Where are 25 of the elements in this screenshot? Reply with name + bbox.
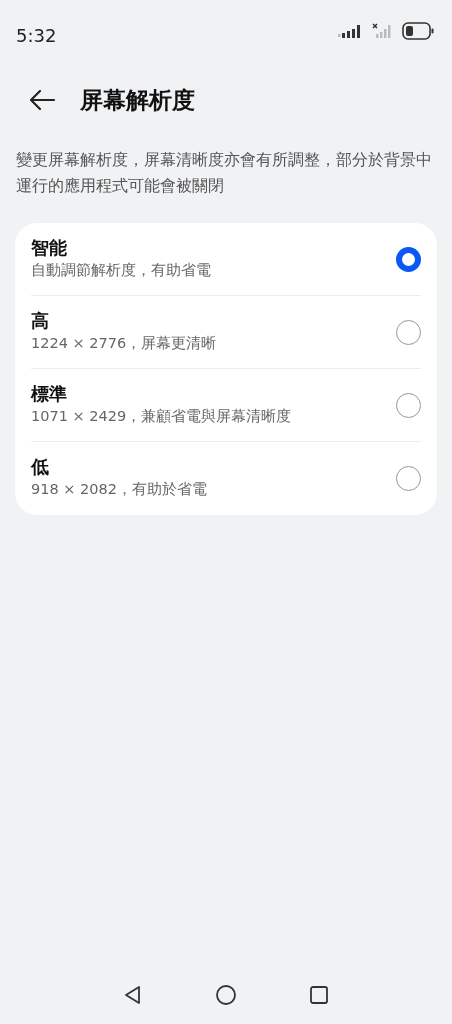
back-nav-icon[interactable] xyxy=(123,985,143,1005)
radio-button[interactable] xyxy=(396,319,421,345)
radio-button[interactable] xyxy=(396,246,421,272)
signal-off-icon xyxy=(372,23,394,39)
radio-button[interactable] xyxy=(396,466,421,492)
description-text: 變更屏幕解析度，屏幕清晰度亦會有所調整，部分於背景中運行的應用程式可能會被關閉 xyxy=(15,150,433,197)
option-row[interactable]: 智能 自動調節解析度，有助省電 xyxy=(31,223,421,297)
option-subtitle: 918 × 2082，有助於省電 xyxy=(31,480,207,500)
option-row[interactable]: 標準 1071 × 2429，兼顧省電與屏幕清晰度 xyxy=(31,369,421,443)
option-title: 高 xyxy=(31,309,50,333)
radio-button[interactable] xyxy=(396,392,421,418)
option-title: 標準 xyxy=(31,382,68,406)
back-button[interactable] xyxy=(28,88,56,112)
recents-nav-icon[interactable] xyxy=(309,985,329,1005)
option-subtitle: 1224 × 2776，屏幕更清晰 xyxy=(31,333,217,353)
option-row[interactable]: 高 1224 × 2776，屏幕更清晰 xyxy=(31,296,421,370)
option-title: 智能 xyxy=(31,236,68,260)
option-title: 低 xyxy=(31,456,50,480)
page-title: 屏幕解析度 xyxy=(80,85,195,115)
home-nav-icon[interactable] xyxy=(215,984,237,1006)
option-row[interactable]: 低 918 × 2082，有助於省電 xyxy=(31,442,421,516)
status-time: 5:32 xyxy=(16,24,57,48)
option-subtitle: 1071 × 2429，兼顧省電與屏幕清晰度 xyxy=(31,406,292,426)
option-subtitle: 自動調節解析度，有助省電 xyxy=(31,260,211,280)
battery-icon xyxy=(402,22,434,40)
